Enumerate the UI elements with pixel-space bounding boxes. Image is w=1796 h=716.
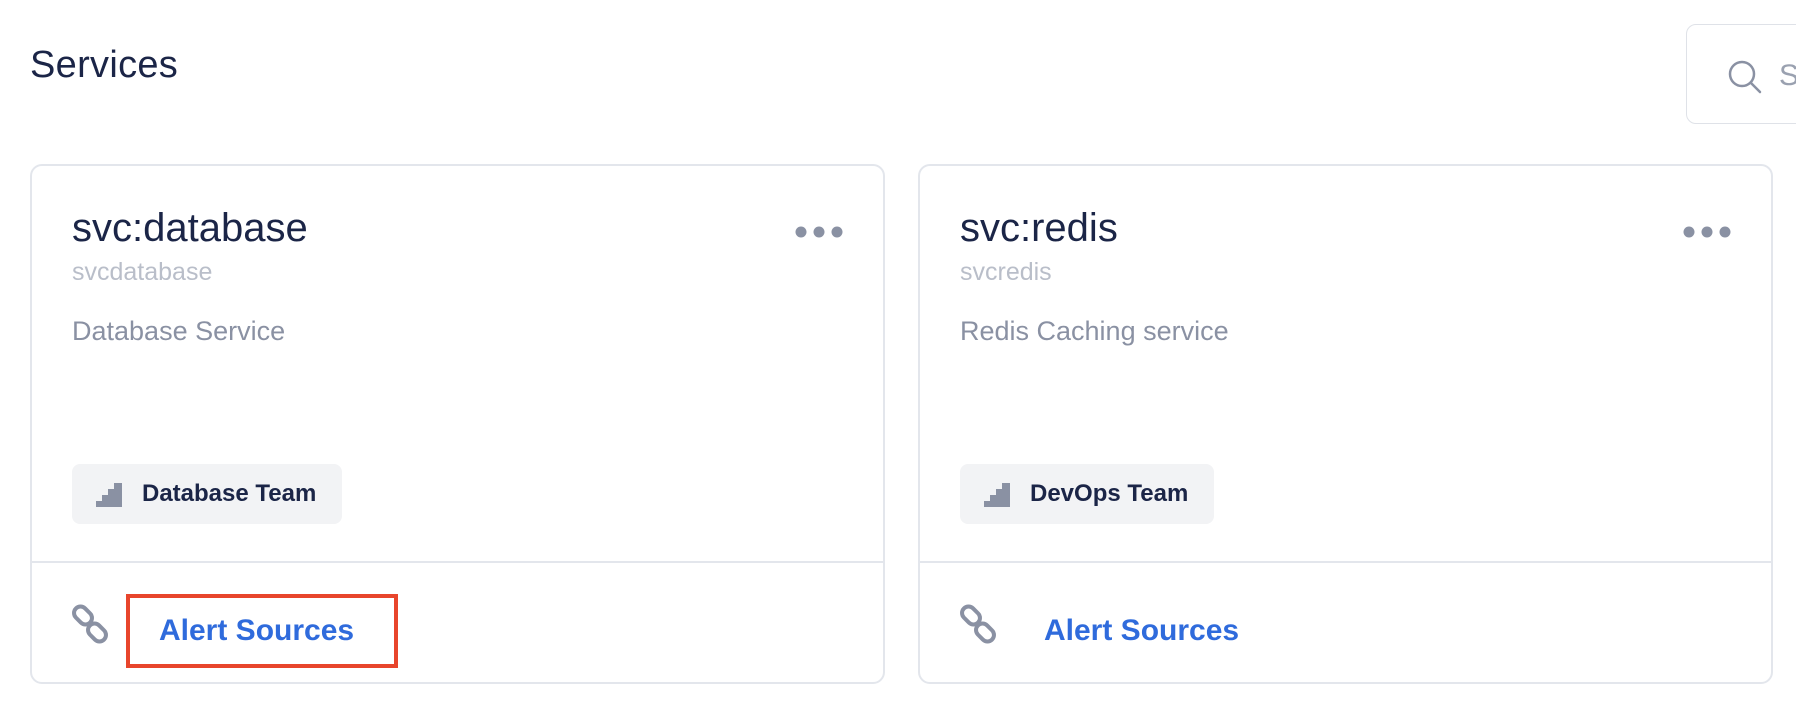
alert-sources-link[interactable]: Alert Sources (1044, 594, 1239, 668)
service-description: Redis Caching service (960, 316, 1229, 346)
service-card: svc:redis svcredis Redis Caching service… (918, 164, 1773, 684)
search-icon (1728, 60, 1762, 94)
service-slug: svcredis (960, 258, 1052, 286)
more-horizontal-icon (795, 226, 843, 238)
service-title: svc:redis (960, 206, 1118, 250)
more-horizontal-icon (1683, 226, 1731, 238)
search-input[interactable]: S (1686, 24, 1796, 124)
service-slug: svcdatabase (72, 258, 213, 286)
service-description: Database Service (72, 316, 286, 346)
team-chip[interactable]: Database Team (72, 464, 343, 524)
page-title: Services (30, 44, 179, 86)
card-divider (32, 561, 883, 563)
card-divider (920, 561, 1771, 563)
service-card: svc:database svcdatabase Database Servic… (30, 164, 885, 684)
team-name: Database Team (142, 480, 317, 507)
link-icon (960, 604, 996, 644)
more-options-button[interactable] (1683, 222, 1731, 242)
team-name: DevOps Team (1030, 480, 1189, 507)
more-options-button[interactable] (795, 222, 843, 242)
stairs-icon (96, 483, 122, 507)
search-placeholder: S (1779, 59, 1796, 92)
service-title: svc:database (72, 206, 308, 250)
alert-sources-link[interactable]: Alert Sources (126, 594, 398, 668)
link-icon (72, 604, 108, 644)
team-chip[interactable]: DevOps Team (960, 464, 1215, 524)
stairs-icon (984, 483, 1010, 507)
services-page: Services S svc:database svcdatabase Data… (0, 0, 1796, 716)
